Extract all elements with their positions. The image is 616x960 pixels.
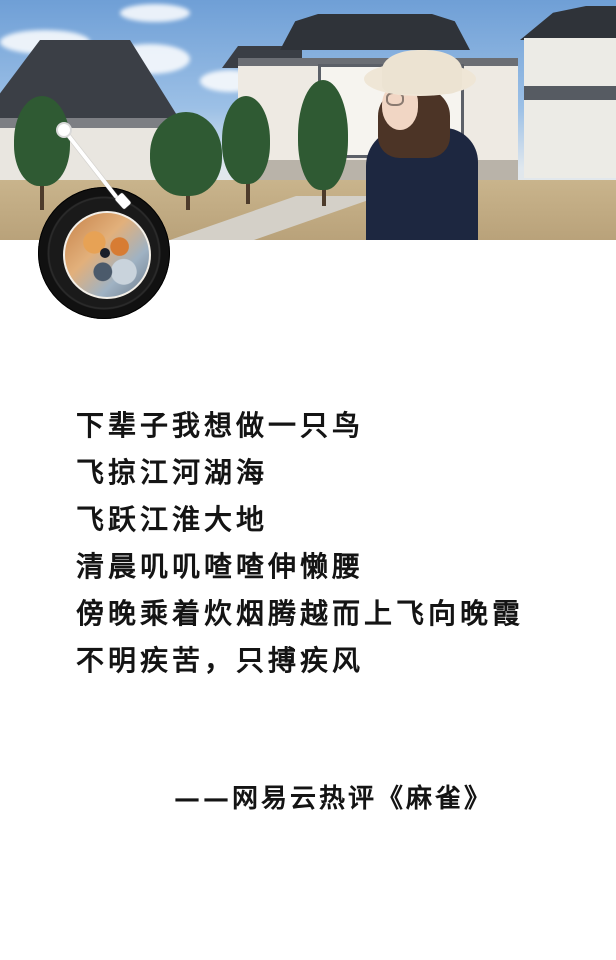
poem-line: 傍晚乘着炊烟腾越而上飞向晚霞: [76, 597, 525, 630]
gate-roof: [280, 14, 470, 50]
tonearm-pivot: [56, 122, 72, 138]
poem: 下辈子我想做一只鸟 飞掠江河湖海 飞跃江淮大地 清晨叽叽喳喳伸懒腰 傍晚乘着炊烟…: [76, 402, 596, 684]
poem-line: 飞掠江河湖海: [76, 456, 269, 489]
record-spindle: [100, 248, 110, 258]
poem-line: 下辈子我想做一只鸟: [76, 409, 365, 442]
poem-line: 不明疾苦，只搏疾风: [76, 644, 365, 677]
poem-line: 飞跃江淮大地: [76, 503, 269, 536]
poem-attribution: ——网易云热评《麻雀》: [174, 784, 494, 814]
poem-line: 清晨叽叽喳喳伸懒腰: [76, 550, 365, 583]
